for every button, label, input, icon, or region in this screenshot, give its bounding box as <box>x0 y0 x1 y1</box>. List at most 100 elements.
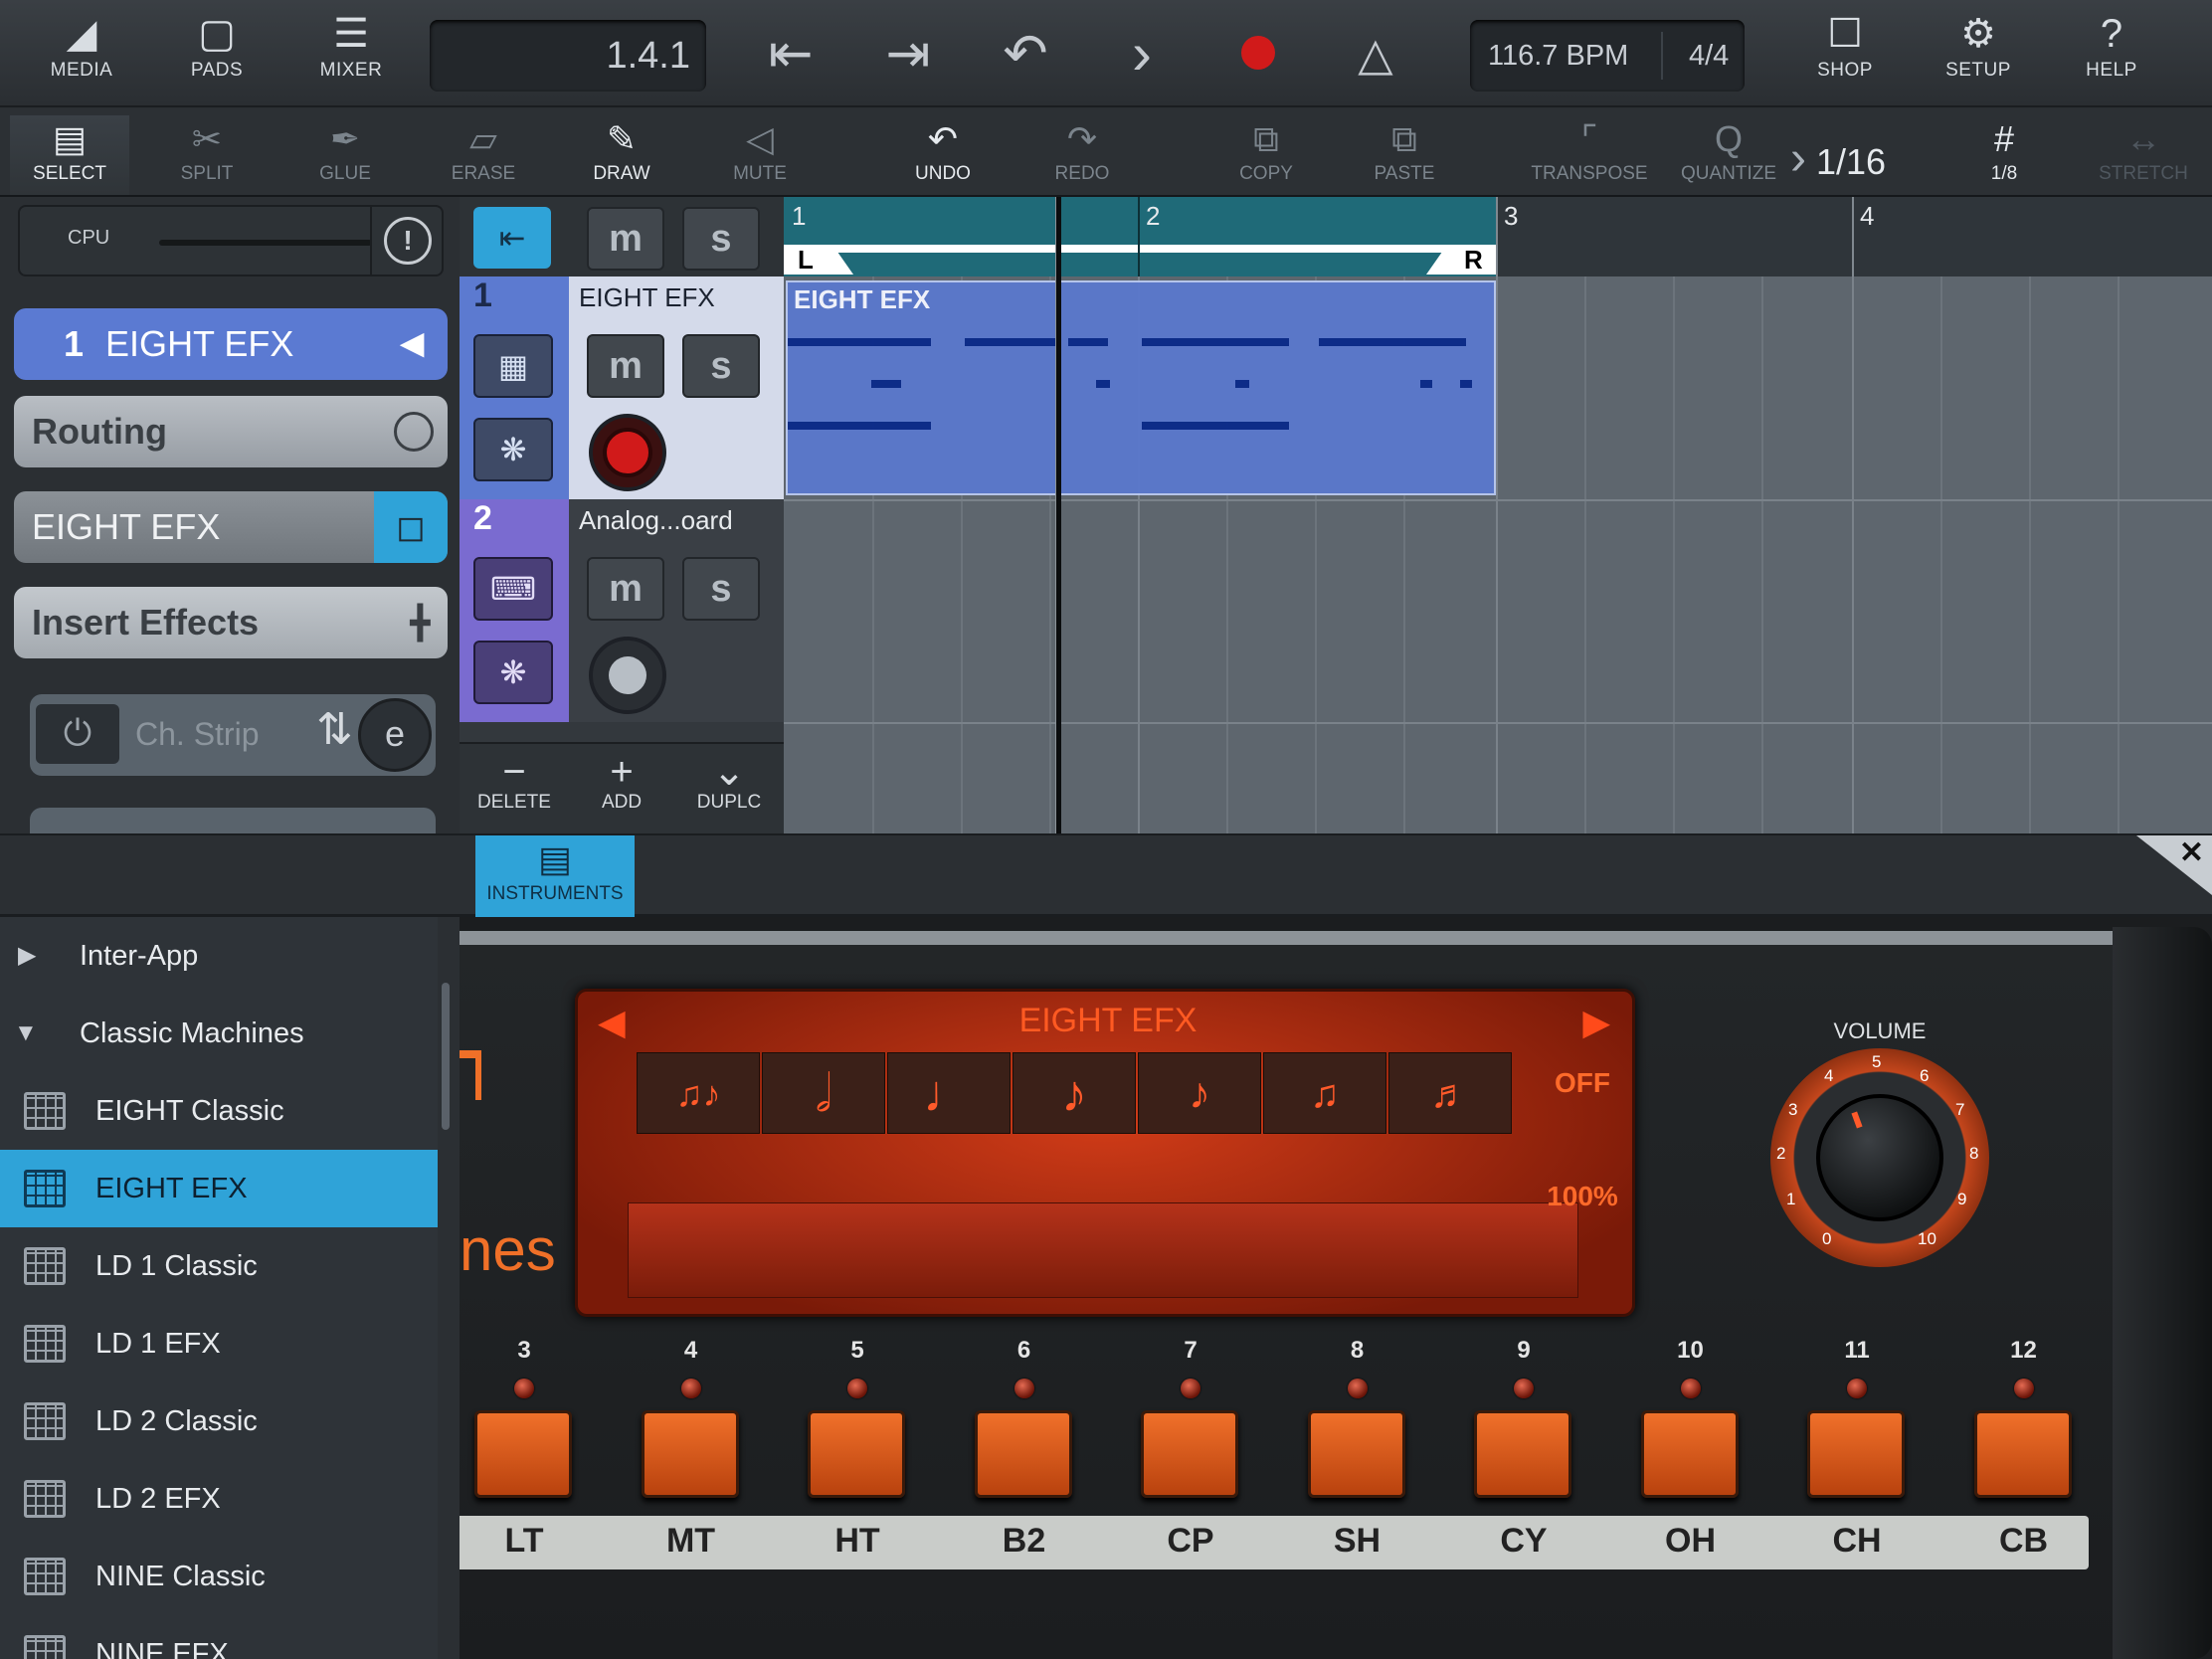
note-repeat-64th-icon[interactable]: ♬ <box>1388 1052 1512 1134</box>
fx-amount-bar[interactable] <box>628 1202 1578 1298</box>
media-button[interactable]: ◢ MEDIA <box>27 8 136 99</box>
note-repeat-triplet-icon[interactable]: ♫♪ <box>637 1052 760 1134</box>
drum-pad-sh[interactable] <box>1307 1410 1405 1498</box>
go-to-start-icon[interactable]: ⇤ <box>751 18 830 90</box>
instrument-editor-icon[interactable]: ◻ <box>374 491 448 563</box>
effect-editor-icon[interactable]: e <box>358 698 432 772</box>
instruments-tab[interactable]: ▤ INSTRUMENTS <box>475 835 635 919</box>
reorder-icon[interactable]: ⇅ <box>316 704 353 755</box>
track-2-solo[interactable]: s <box>682 557 760 621</box>
drum-pad-lt[interactable] <box>474 1410 572 1498</box>
quantize-value-selector[interactable]: › 1/16 <box>1790 129 1910 189</box>
glue-tool[interactable]: ✒ GLUE <box>285 115 405 195</box>
drum-pad-cy[interactable] <box>1474 1410 1571 1498</box>
timeline-ruler[interactable]: L R 1 2 3 4 <box>784 197 2212 276</box>
copy-button[interactable]: ⧉ COPY <box>1206 115 1326 195</box>
note-repeat-32nd-icon[interactable]: ♫ <box>1263 1052 1386 1134</box>
note-repeat-half-icon[interactable]: 𝅗𝅥 <box>762 1052 885 1134</box>
pads-button[interactable]: ▢ PADS <box>162 8 272 99</box>
browser-item-eight-classic[interactable]: EIGHT Classic <box>0 1072 438 1150</box>
browser-item-ld2-efx[interactable]: LD 2 EFX <box>0 1460 438 1538</box>
quantize-button[interactable]: Q QUANTIZE <box>1669 115 1788 195</box>
drum-pad-oh[interactable] <box>1640 1410 1739 1498</box>
track-1-record-arm[interactable] <box>589 414 666 491</box>
redo-button[interactable]: ↷ REDO <box>1022 115 1142 195</box>
track-2-record-arm[interactable] <box>589 637 666 714</box>
arrange-view[interactable]: L R 1 2 3 4 EIGHT EFX <box>784 197 2212 833</box>
selected-track-header[interactable]: 1 EIGHT EFX ◀ <box>14 308 448 380</box>
grid-button[interactable]: #1/8 <box>1944 115 2064 195</box>
browser-item-ld1-classic[interactable]: LD 1 Classic <box>0 1227 438 1305</box>
browser-folder-inter-app[interactable]: ▶ Inter-App <box>0 917 438 995</box>
browser-folder-classic-machines[interactable]: ▼ Classic Machines <box>0 995 438 1072</box>
volume-knob[interactable] <box>1770 1048 1989 1267</box>
collapse-left-icon[interactable]: ◀ <box>401 308 424 380</box>
loop-range[interactable] <box>784 197 1496 276</box>
global-mute-button[interactable]: m <box>587 207 664 271</box>
instrument-slot[interactable]: EIGHT EFX ◻ <box>14 491 448 563</box>
time-signature[interactable]: 4/4 <box>1689 20 1729 92</box>
effect-slot[interactable]: ⏻ Ch. Strip ⇅ e <box>30 694 436 776</box>
split-tool[interactable]: ✂ SPLIT <box>147 115 267 195</box>
track-1-mute[interactable]: m <box>587 334 664 398</box>
go-to-end-icon[interactable]: ⇥ <box>868 18 948 90</box>
duplicate-track-button[interactable]: ⌄ DUPLC <box>684 752 774 814</box>
track-settings-icon[interactable]: ❋ <box>473 641 553 704</box>
insert-effects-button[interactable]: Insert Effects ╋ <box>14 587 448 658</box>
keyboard-icon[interactable]: ⌨ <box>473 557 553 621</box>
track-1-solo[interactable]: s <box>682 334 760 398</box>
global-solo-button[interactable]: s <box>682 207 760 271</box>
undo-button[interactable]: ↶ UNDO <box>883 115 1003 195</box>
drum-pad-b2[interactable] <box>974 1410 1072 1498</box>
paste-button[interactable]: ⧉ PASTE <box>1345 115 1464 195</box>
drum-pad-cb[interactable] <box>1973 1410 2072 1498</box>
note-repeat-quarter-icon[interactable]: ♩ <box>887 1052 1011 1134</box>
note-repeat-sixteenth-icon[interactable]: ♪ <box>1138 1052 1261 1134</box>
browser-item-nine-classic[interactable]: NINE Classic <box>0 1538 438 1615</box>
drum-pad-mt[interactable] <box>641 1410 739 1498</box>
stretch-button[interactable]: ↔ STRETCH <box>2084 115 2203 195</box>
piano-roll-icon[interactable]: ▦ <box>473 334 553 398</box>
help-button[interactable]: ? HELP <box>2057 8 2166 99</box>
draw-tool[interactable]: ✎ DRAW <box>562 115 681 195</box>
erase-tool[interactable]: ▱ ERASE <box>424 115 543 195</box>
add-track-button[interactable]: + ADD <box>577 752 666 814</box>
alert-icon[interactable]: ! <box>384 217 432 265</box>
drum-pad-ht[interactable] <box>808 1410 905 1498</box>
track-settings-icon[interactable]: ❋ <box>473 418 553 481</box>
effect-slot-2[interactable] <box>30 808 436 833</box>
mixer-button[interactable]: ☰ MIXER <box>296 8 406 99</box>
browser-item-ld1-efx[interactable]: LD 1 EFX <box>0 1305 438 1382</box>
setup-button[interactable]: ⚙ SETUP <box>1924 8 2033 99</box>
metronome-icon[interactable]: △ <box>1336 18 1415 90</box>
drum-pad-cp[interactable] <box>1141 1410 1238 1498</box>
track-2-mute[interactable]: m <box>587 557 664 621</box>
track-2-number: 2 <box>473 499 492 537</box>
midi-clip[interactable]: EIGHT EFX <box>786 280 1496 495</box>
power-icon[interactable]: ⏻ <box>36 704 119 764</box>
position-display[interactable]: 1.4.1 <box>430 20 706 92</box>
delete-track-button[interactable]: − DELETE <box>469 752 559 814</box>
track-2[interactable]: 2 Analog...oard ⌨ ❋ m s <box>460 499 784 722</box>
record-button[interactable] <box>1241 36 1275 70</box>
follow-icon[interactable]: ⇤ <box>473 207 551 269</box>
next-preset-icon[interactable]: ▶ <box>1582 1002 1610 1043</box>
browser-scrollbar[interactable] <box>442 983 450 1130</box>
browser-item-eight-efx[interactable]: EIGHT EFX <box>0 1150 438 1227</box>
track-1[interactable]: 1 EIGHT EFX ▦ ❋ m s <box>460 276 784 499</box>
routing-button[interactable]: Routing <box>14 396 448 467</box>
transpose-button[interactable]: ⌜ TRANSPOSE <box>1530 115 1649 195</box>
select-tool[interactable]: ▤ SELECT <box>10 115 129 195</box>
note-repeat-eighth-icon[interactable]: ♪ <box>1013 1052 1136 1134</box>
mute-tool[interactable]: ◁ MUTE <box>700 115 820 195</box>
browser-item-ld2-classic[interactable]: LD 2 Classic <box>0 1382 438 1460</box>
repeat-off-label[interactable]: OFF <box>1541 1067 1624 1099</box>
play-icon[interactable]: › <box>1102 18 1182 90</box>
close-panel-icon[interactable]: ✕ <box>2136 835 2212 895</box>
loop-icon[interactable]: ↶ <box>986 18 1065 90</box>
shop-button[interactable]: ☐ SHOP <box>1790 8 1900 99</box>
browser-item-nine-efx[interactable]: NINE EFX <box>0 1615 438 1659</box>
playhead[interactable] <box>1055 197 1061 833</box>
tempo-display[interactable]: 116.7 BPM 4/4 <box>1470 20 1745 92</box>
drum-pad-ch[interactable] <box>1807 1410 1905 1498</box>
